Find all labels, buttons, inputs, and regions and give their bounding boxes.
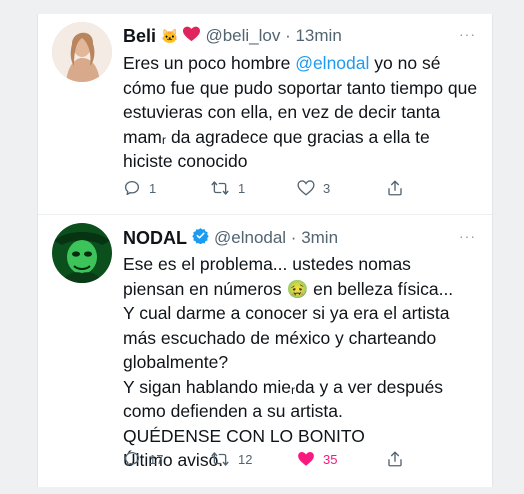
reply-count: 17: [149, 451, 164, 467]
tweet-line: QUÉDENSE CON LO BONITO: [123, 425, 365, 446]
tweet-actions: 17 12 35: [123, 448, 482, 470]
tweet-line: Ese es el problema... ustedes nomas: [123, 254, 411, 274]
text-segment: Eres un poco hombre: [123, 53, 296, 73]
reply-button[interactable]: 1: [123, 179, 156, 197]
retweet-count: 12: [238, 451, 253, 467]
handle-and-time[interactable]: @beli_lov · 13min: [205, 26, 341, 46]
handle-and-time[interactable]: @elnodal · 3min: [214, 228, 338, 248]
more-options-icon[interactable]: ···: [459, 26, 476, 42]
retweet-button[interactable]: 12: [210, 450, 252, 468]
retweet-count: 1: [238, 180, 246, 196]
cat-emoji-icon: 🐱: [161, 27, 179, 44]
display-name[interactable]: NODAL: [123, 228, 187, 249]
tweet-line: Y cual darme a conocer si ya era el arti…: [123, 303, 450, 323]
tweet-thread: Beli 🐱 @beli_lov · 13min ··· Eres un poc…: [37, 14, 493, 487]
display-name[interactable]: Beli: [123, 26, 156, 47]
tweet-header: Beli 🐱 @beli_lov · 13min ···: [123, 24, 482, 48]
share-button[interactable]: [386, 179, 404, 197]
like-count: 35: [323, 451, 338, 467]
reply-button[interactable]: 17: [123, 450, 163, 468]
heart-filled-icon: [298, 451, 314, 466]
tweet-actions: 1 1 3: [123, 177, 482, 199]
tweet-nodal[interactable]: NODAL @elnodal · 3min ··· Ese es el prob…: [38, 215, 492, 487]
share-icon: [388, 180, 402, 196]
share-button[interactable]: [386, 450, 404, 468]
like-button[interactable]: 35: [297, 450, 337, 468]
like-button[interactable]: 3: [297, 179, 330, 197]
tweet-header: NODAL @elnodal · 3min ···: [123, 226, 482, 250]
tweet-text: Ese es el problema... ustedes nomas pien…: [123, 252, 480, 473]
avatar[interactable]: [52, 22, 112, 82]
retweet-button[interactable]: 1: [210, 179, 245, 197]
tweet-line: como defienden a su artista.: [123, 401, 343, 421]
retweet-icon: [211, 181, 229, 195]
share-icon: [388, 451, 402, 467]
avatar[interactable]: [52, 223, 112, 283]
tweet-line: globalmente?: [123, 352, 229, 372]
red-heart-icon: [183, 26, 201, 47]
tweet-line: más escuchado de méxico y charteando: [123, 327, 437, 348]
mention-link[interactable]: @elnodal: [295, 53, 369, 73]
like-count: 3: [323, 180, 331, 196]
tweet-beli[interactable]: Beli 🐱 @beli_lov · 13min ··· Eres un poc…: [38, 14, 492, 215]
more-options-icon[interactable]: ···: [459, 228, 476, 244]
tweet-line: piensan en números 🤢 en belleza física..…: [123, 278, 454, 299]
retweet-icon: [211, 452, 229, 466]
tweet-text: Eres un poco hombre @elnodal yo no sé có…: [123, 51, 480, 174]
reply-icon: [124, 451, 140, 467]
reply-icon: [124, 180, 140, 196]
tweet-line: Y sigan hablando mieᵣda y a ver después: [123, 376, 444, 397]
reply-count: 1: [149, 180, 157, 196]
heart-outline-icon: [297, 180, 315, 196]
verified-badge-icon: [192, 227, 209, 249]
